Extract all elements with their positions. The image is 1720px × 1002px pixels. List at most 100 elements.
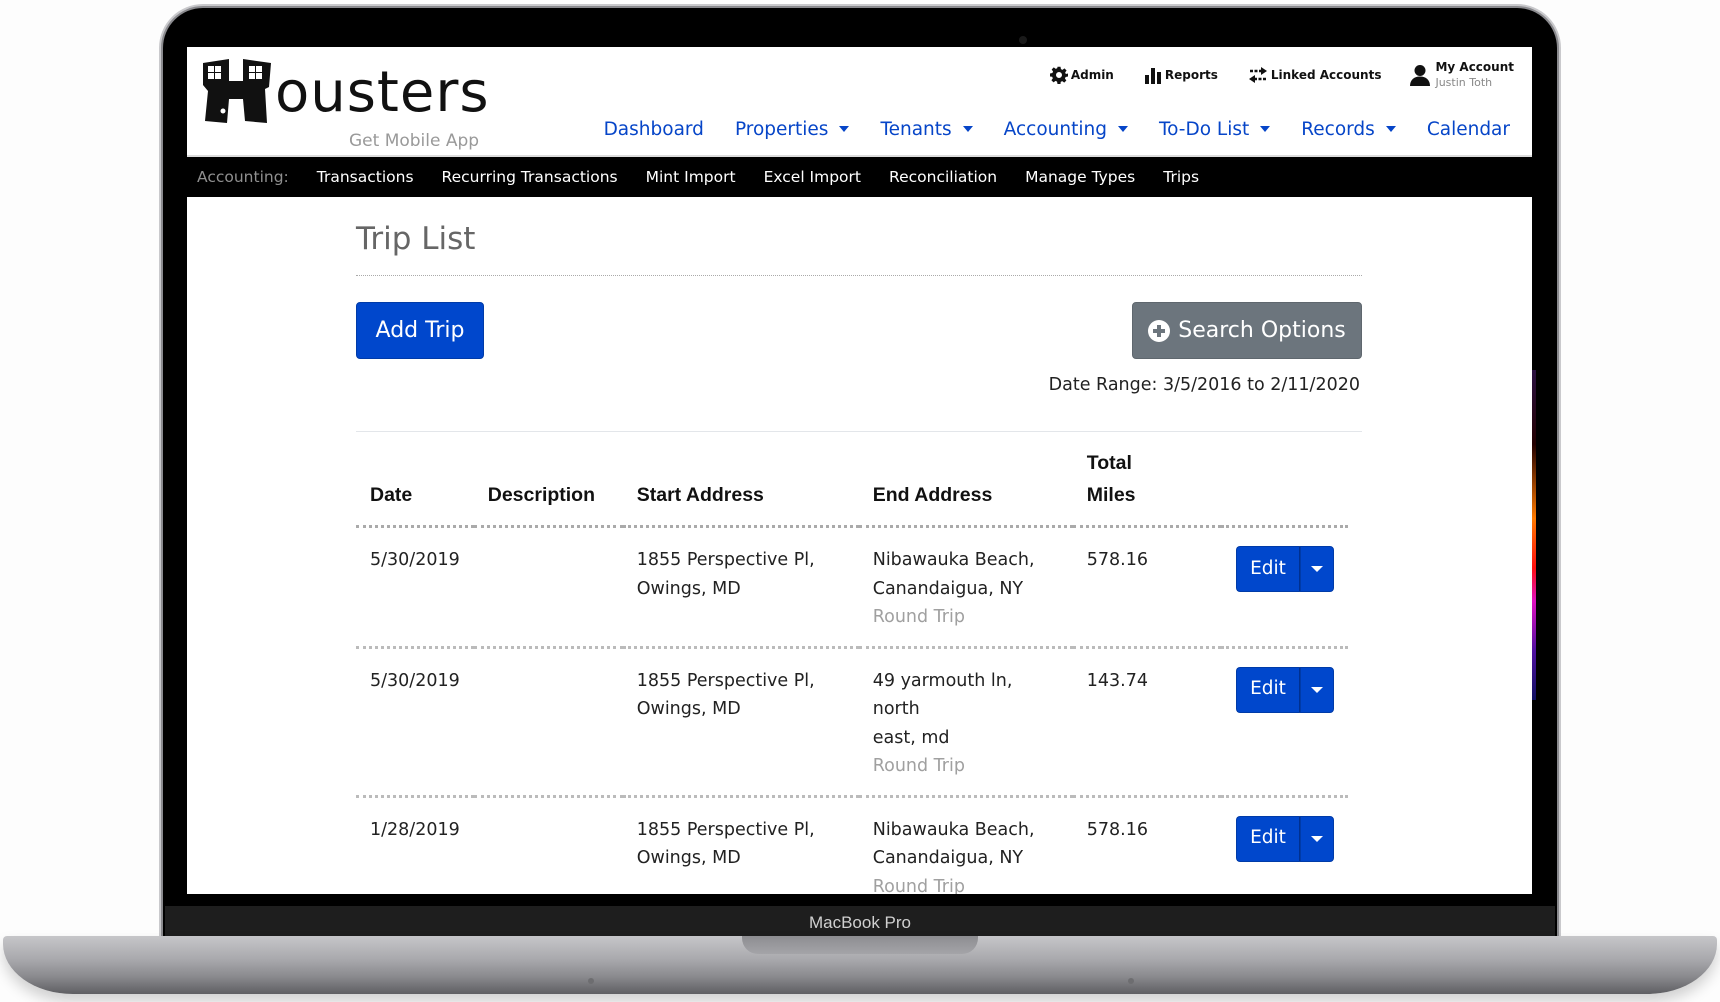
my-account-label: My Account [1435, 60, 1514, 74]
my-account-link[interactable]: My Account Justin Toth [1409, 59, 1514, 91]
add-trip-button[interactable]: Add Trip [356, 302, 484, 359]
edit-dropdown-toggle[interactable] [1300, 546, 1334, 592]
header-description[interactable]: Description [473, 447, 623, 528]
date-range-text: Date Range: 3/5/2016 to 2/11/2020 [1048, 375, 1360, 395]
cell-actions: Edit [1220, 796, 1348, 894]
subnav-trips[interactable]: Trips [1163, 168, 1199, 186]
edit-button-group: Edit [1235, 546, 1334, 592]
nav-calendar-label: Calendar [1426, 119, 1510, 140]
caret-down-icon [1311, 835, 1323, 842]
header-date[interactable]: Date [356, 447, 474, 528]
wallpaper-edge [1532, 370, 1536, 700]
caret-down-icon [1311, 686, 1323, 693]
brand-name: ousters [275, 60, 490, 125]
cell-actions: Edit [1220, 647, 1348, 798]
subnav-mint-import[interactable]: Mint Import [646, 168, 736, 186]
exchange-arrows-icon [1248, 67, 1267, 83]
account-user-name: Justin Toth [1435, 76, 1493, 89]
device-label: MacBook Pro [165, 906, 1555, 936]
title-divider [356, 275, 1362, 276]
cell-date: 5/30/2019 [356, 526, 474, 649]
laptop-foot [1128, 978, 1134, 984]
trip-type: Round Trip [872, 607, 965, 627]
nav-todo-list[interactable]: To-Do List [1158, 119, 1271, 140]
edit-dropdown-toggle[interactable] [1300, 815, 1334, 862]
nav-accounting-label: Accounting [1003, 119, 1107, 140]
trip-type: Round Trip [872, 756, 965, 776]
linked-accounts-label: Linked Accounts [1270, 68, 1382, 82]
nav-properties-label: Properties [734, 119, 829, 140]
start-line2: Owings, MD [636, 848, 741, 868]
reports-label: Reports [1164, 68, 1218, 82]
subnav-recurring-transactions[interactable]: Recurring Transactions [442, 168, 618, 186]
end-line1: Nibawauka Beach, [872, 819, 1035, 840]
plus-circle-icon [1148, 319, 1171, 342]
bar-chart-icon [1144, 68, 1161, 84]
cell-start-address: 1855 Perspective Pl, Owings, MD [622, 526, 859, 649]
table-row: 5/30/2019 1855 Perspective Pl, Owings, MD… [356, 526, 1348, 649]
edit-button[interactable]: Edit [1236, 666, 1300, 713]
linked-accounts-link[interactable]: Linked Accounts [1248, 67, 1382, 83]
end-line2: east, md [872, 727, 950, 748]
user-icon [1410, 65, 1431, 86]
search-options-button[interactable]: Search Options [1132, 302, 1362, 359]
main-nav: Dashboard Properties Tenants Accounting … [573, 119, 1510, 140]
subnav-transactions[interactable]: Transactions [317, 168, 414, 186]
reports-link[interactable]: Reports [1144, 66, 1218, 84]
laptop-foot [588, 978, 594, 984]
nav-tenants-label: Tenants [880, 119, 952, 140]
brand-logo[interactable]: ousters [199, 57, 489, 127]
start-line1: 1855 Perspective Pl, [636, 550, 815, 570]
nav-records[interactable]: Records [1301, 119, 1396, 140]
caret-down-icon [962, 125, 973, 132]
subnav-excel-import[interactable]: Excel Import [764, 168, 861, 186]
cell-start-address: 1855 Perspective Pl, Owings, MD [622, 647, 859, 798]
nav-tenants[interactable]: Tenants [880, 119, 973, 140]
trip-type: Round Trip [872, 876, 965, 895]
camera [1019, 36, 1027, 44]
utility-nav: Admin Reports Linked Accounts My Account… [1020, 59, 1514, 91]
accounting-subnav: Accounting: Transactions Recurring Trans… [187, 155, 1532, 197]
cell-total-miles: 578.16 [1072, 796, 1221, 894]
nav-todo-list-label: To-Do List [1158, 119, 1250, 140]
edit-button[interactable]: Edit [1236, 546, 1300, 592]
nav-properties[interactable]: Properties [735, 119, 850, 140]
table-row: 1/28/2019 1855 Perspective Pl, Owings, MD… [356, 796, 1348, 894]
caret-down-icon [1117, 125, 1128, 132]
nav-dashboard[interactable]: Dashboard [604, 119, 704, 140]
app-screen: ousters Get Mobile App Admin Reports Lin… [187, 47, 1532, 894]
end-line2: Canandaigua, NY [872, 578, 1024, 599]
section-divider [356, 431, 1362, 432]
end-line1: Nibawauka Beach, [872, 550, 1035, 570]
subnav-manage-types[interactable]: Manage Types [1025, 168, 1135, 186]
subnav-reconciliation[interactable]: Reconciliation [889, 168, 997, 186]
start-line2: Owings, MD [636, 699, 741, 719]
laptop-notch [742, 936, 978, 954]
edit-dropdown-toggle[interactable] [1300, 666, 1334, 713]
admin-link[interactable]: Admin [1049, 66, 1114, 84]
subnav-section-label: Accounting: [197, 168, 289, 186]
gear-icon [1049, 66, 1068, 84]
caret-down-icon [839, 125, 850, 132]
cell-date: 1/28/2019 [356, 796, 474, 894]
end-line1: 49 yarmouth ln, north [872, 670, 1013, 720]
nav-accounting[interactable]: Accounting [1004, 119, 1128, 140]
header-start-address[interactable]: Start Address [622, 447, 859, 528]
trips-table: Date Description Start Address End Addre… [356, 447, 1348, 894]
nav-dashboard-label: Dashboard [603, 119, 704, 140]
nav-calendar[interactable]: Calendar [1427, 119, 1510, 140]
start-line1: 1855 Perspective Pl, [636, 819, 815, 840]
header-total-miles-line2: Miles [1086, 484, 1136, 506]
get-mobile-app-link[interactable]: Get Mobile App [349, 131, 479, 151]
admin-label: Admin [1070, 68, 1114, 82]
table-row: 5/30/2019 1855 Perspective Pl, Owings, MD… [356, 647, 1348, 798]
header-total-miles[interactable]: Total Miles [1072, 447, 1221, 528]
start-line2: Owings, MD [636, 578, 741, 599]
header-total-miles-line1: Total [1086, 452, 1132, 474]
search-options-label: Search Options [1178, 318, 1346, 343]
cell-end-address: Nibawauka Beach, Canandaigua, NY Round Tri… [858, 796, 1073, 895]
header-end-address[interactable]: End Address [858, 447, 1073, 528]
cell-actions: Edit [1220, 526, 1348, 649]
caret-down-icon [1311, 566, 1323, 572]
edit-button[interactable]: Edit [1236, 815, 1300, 862]
